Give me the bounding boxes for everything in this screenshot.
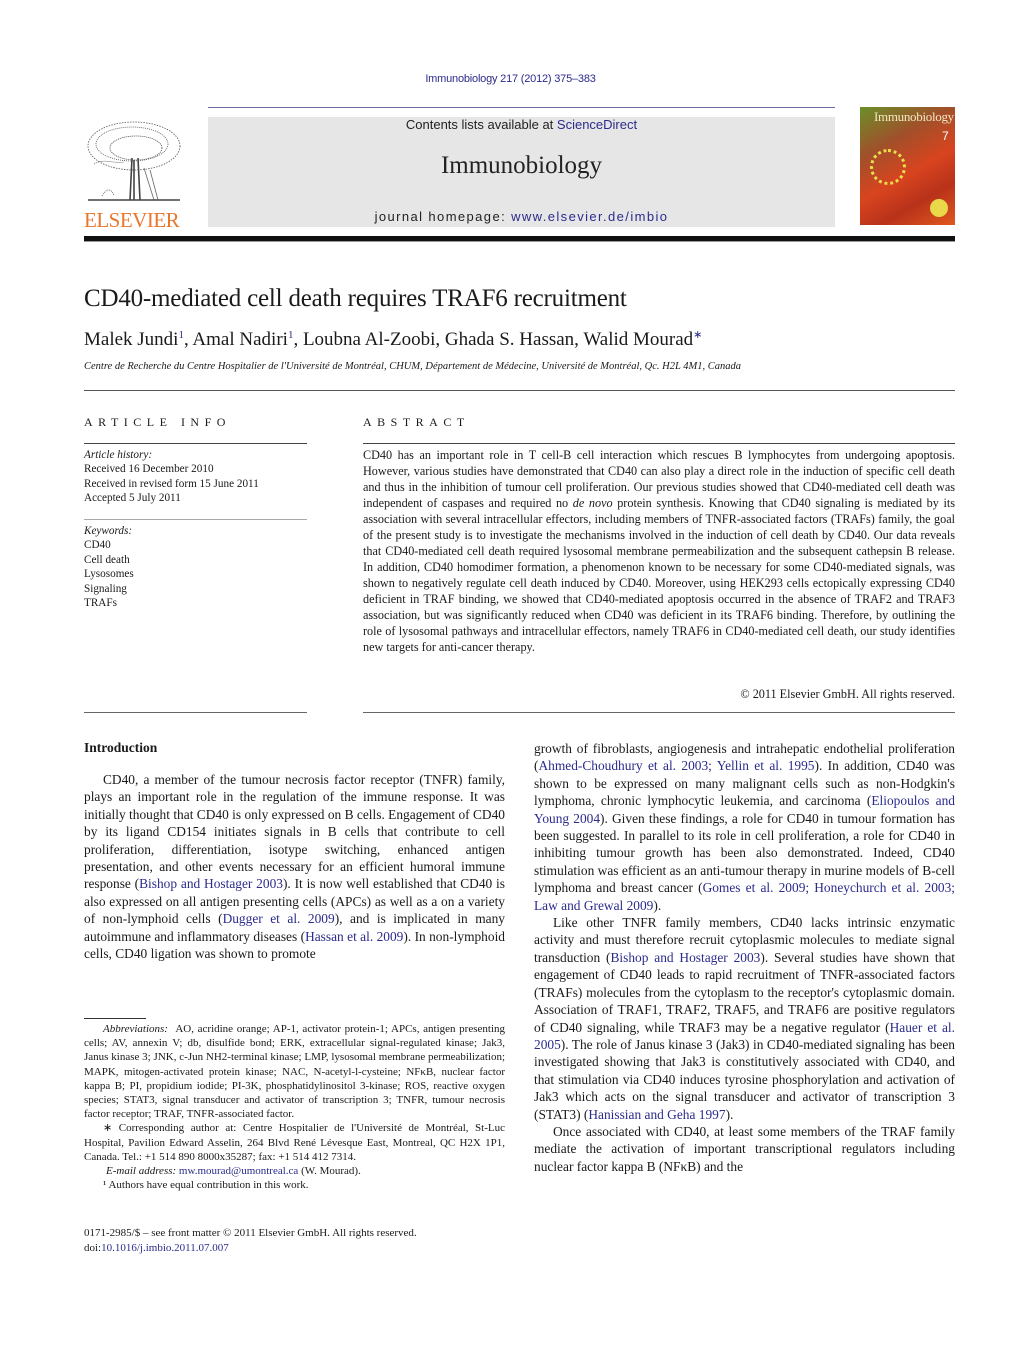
doi-link[interactable]: 10.1016/j.imbio.2011.07.007 [101,1242,229,1254]
citation-link[interactable]: Bishop and Hostager 2003 [139,876,283,891]
abbreviations-label: Abbreviations: [103,1023,168,1035]
history-revised: Received in revised form 15 June 2011 [84,477,259,490]
issn-line: 0171-2985/$ – see front matter © 2011 El… [84,1227,417,1239]
author-separator: , [574,329,584,350]
header-rule [208,107,835,108]
keyword: Lysosomes [84,568,134,581]
text: ). [653,897,662,913]
citation-link[interactable]: Bishop and Hostager 2003 [610,950,760,965]
front-matter: 0171-2985/$ – see front matter © 2011 El… [84,1226,505,1256]
citation-link[interactable]: Ahmed-Choudhury et al. 2003; Yellin et a… [538,758,814,773]
keyword: TRAFs [84,597,117,610]
elsevier-wordmark: ELSEVIER [84,208,180,232]
keyword: Signaling [84,582,127,595]
footnotes: Abbreviations: AO, acridine orange; AP-1… [84,1022,505,1192]
article-history: Article history: Received 16 December 20… [84,448,307,506]
author-footnote-mark[interactable]: ∗ [693,329,702,341]
journal-cover-image[interactable]: Immunobiology 7 [860,107,955,225]
author-name[interactable]: Ghada S. Hassan [445,329,574,350]
citation-link[interactable]: Hassan et al. 2009 [305,929,403,944]
article-title: CD40-mediated cell death requires TRAF6 … [84,285,627,312]
paragraph: Once associated with CD40, at least some… [534,1123,955,1174]
keyword: CD40 [84,539,111,552]
journal-name: Immunobiology [440,152,603,179]
abstract-italic: de novo [572,496,613,510]
cover-badge-icon [930,199,948,217]
introduction-heading: Introduction [84,740,158,755]
title-rule [84,390,955,391]
sciencedirect-link[interactable]: ScienceDirect [557,117,637,132]
doi-line: doi:10.1016/j.imbio.2011.07.007 [84,1241,505,1256]
author-name[interactable]: Amal Nadiri [192,329,288,350]
paragraph: Like other TNFR family members, CD40 lac… [534,914,955,1123]
homepage-line: journal homepage: www.elsevier.de/imbio [208,209,835,224]
cover-title: Immunobiology [874,109,954,124]
abstract-heading: ABSTRACT [363,415,470,429]
paragraph: CD40, a member of the tumour necrosis fa… [84,771,505,962]
text: CD40, a member of the tumour necrosis fa… [84,772,505,892]
email-link[interactable]: mw.mourad@umontreal.ca [179,1165,298,1177]
keywords-label: Keywords: [84,525,133,537]
article-info-heading: ARTICLE INFO [84,415,231,429]
abstract-part: protein synthesis. Knowing that CD40 sig… [363,496,955,654]
abstract-text: CD40 has an important role in T cell-B c… [363,447,955,655]
body-column-right: growth of fibroblasts, angiogenesis and … [534,740,955,1175]
text: ). [725,1106,734,1122]
author-list: Malek Jundi1, Amal Nadiri1, Loubna Al-Zo… [84,328,702,351]
history-received: Received 16 December 2010 [84,463,214,476]
homepage-prefix: journal homepage: [374,209,512,224]
keyword: Cell death [84,553,130,566]
abbreviations-text: AO, acridine orange; AP-1, activator pro… [84,1023,506,1121]
article-info-rule [84,712,307,713]
footnote-rule [84,1018,146,1019]
article-info-rule [84,519,307,520]
journal-reference[interactable]: Immunobiology 217 (2012) 375–383 [0,73,1021,85]
author-name[interactable]: Malek Jundi [84,329,178,350]
article-info-rule [84,443,307,444]
body-column-left: CD40, a member of the tumour necrosis fa… [84,771,505,962]
email-footnote: E-mail address: mw.mourad@umontreal.ca (… [84,1164,505,1178]
author-name[interactable]: Loubna Al-Zoobi [303,329,435,350]
cover-cell-graphic [870,149,906,185]
abstract-rule [363,712,955,713]
abstract-copyright: © 2011 Elsevier GmbH. All rights reserve… [740,687,955,701]
elsevier-tree-icon [87,121,181,201]
citation-link[interactable]: Hanissian and Geha 1997 [588,1107,725,1122]
affiliation: Centre de Recherche du Centre Hospitalie… [84,361,741,372]
journal-homepage-link[interactable]: www.elsevier.de/imbio [511,209,668,224]
doi-prefix: doi: [84,1242,102,1254]
keywords: Keywords: CD40 Cell death Lysosomes Sign… [84,524,307,610]
history-accepted: Accepted 5 July 2011 [84,492,181,505]
email-suffix: (W. Mourad). [298,1165,361,1178]
equal-contribution-footnote: ¹ Authors have equal contribution in thi… [103,1179,309,1192]
abstract-rule [363,443,955,444]
author-separator: , [293,329,303,350]
author-name[interactable]: Walid Mourad [583,329,693,350]
contents-line: Contents lists available at ScienceDirec… [208,117,835,132]
citation-link[interactable]: Dugger et al. 2009 [223,911,335,926]
header-thin-rule [84,241,955,242]
contents-prefix: Contents lists available at [405,117,557,132]
email-label: E-mail address: [106,1165,177,1178]
corresponding-author-footnote: ∗ Corresponding author at: Centre Hospit… [84,1122,505,1163]
cover-issue-number: 7 [942,129,949,143]
paragraph: growth of fibroblasts, angiogenesis and … [534,740,955,914]
history-label: Article history: [84,449,153,461]
author-separator: , [435,329,445,350]
abbreviations-footnote: Abbreviations: AO, acridine orange; AP-1… [84,1022,505,1121]
